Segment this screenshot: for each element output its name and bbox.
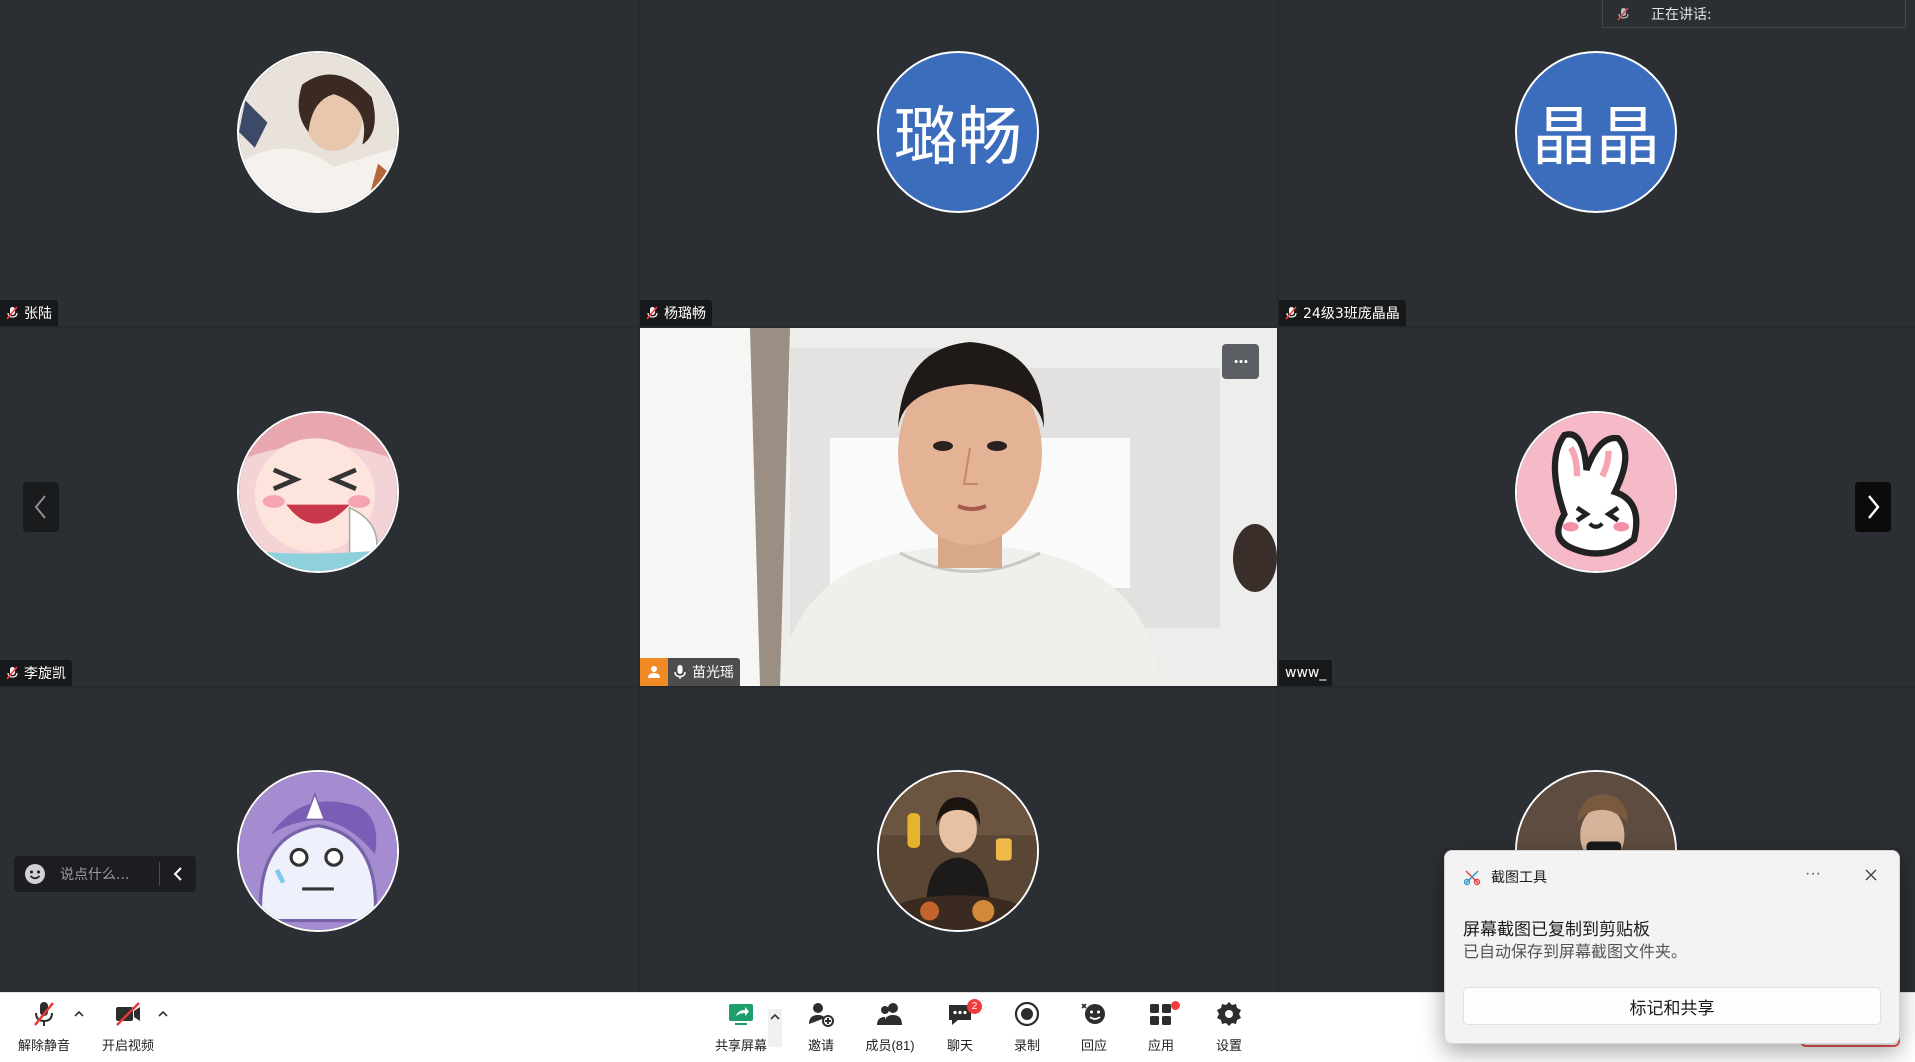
reaction-label: 回应 — [1080, 1038, 1107, 1053]
participant-name-tag: www_ — [1279, 660, 1333, 686]
quick-chat-input[interactable]: 说点什么... — [14, 856, 196, 892]
close-icon[interactable] — [1861, 865, 1881, 885]
share-screen-icon — [729, 1004, 753, 1025]
chat-button[interactable]: 聊天 2 — [934, 997, 986, 1057]
video-more-button[interactable] — [1222, 344, 1259, 379]
participant-avatar — [237, 770, 399, 932]
unmute-label: 解除静音 — [17, 1038, 70, 1053]
collapse-chat-button[interactable] — [160, 866, 196, 882]
avatar-initials: 璐畅 — [894, 101, 1022, 175]
participant-name-tag: 24级3班庞晶晶 — [1279, 300, 1406, 326]
notification-more-button[interactable]: ··· — [1805, 865, 1821, 883]
notification-subtitle: 已自动保存到屏幕截图文件夹。 — [1463, 944, 1688, 961]
participant-tile[interactable]: www_ — [1279, 328, 1915, 686]
speaking-indicator: 正在讲话: — [1602, 0, 1906, 28]
record-icon — [1014, 1001, 1040, 1027]
participant-name-tag: 杨璐畅 — [640, 300, 712, 326]
unmute-button[interactable]: 解除静音 — [14, 997, 74, 1057]
participant-name: 24级3班庞晶晶 — [1303, 306, 1400, 322]
participant-name: 李旋凯 — [24, 666, 66, 682]
photo-avatar-image — [239, 53, 397, 211]
more-dots-icon — [1234, 359, 1247, 364]
active-video-tile[interactable]: 苗光瑶 — [640, 328, 1277, 686]
chat-placeholder: 说点什么... — [60, 867, 130, 883]
reaction-icon — [1081, 1003, 1105, 1024]
chat-label: 聊天 — [946, 1038, 973, 1053]
chevron-up-icon[interactable] — [156, 1007, 170, 1021]
participant-tile[interactable]: 晶晶 24级3班庞晶晶 — [1279, 0, 1915, 326]
participant-tile[interactable]: 李旋凯 — [0, 328, 638, 686]
mic-muted-icon — [6, 306, 18, 320]
participant-tile[interactable]: 璐畅 杨璐畅 — [640, 0, 1277, 326]
apps-button[interactable]: 应用 — [1136, 997, 1186, 1057]
members-icon — [877, 1003, 902, 1025]
participant-name: 苗光瑶 — [692, 665, 734, 681]
share-screen-button[interactable]: 共享屏幕 — [708, 997, 774, 1057]
participant-name-tag: 张陆 — [0, 300, 58, 326]
next-page-button[interactable] — [1855, 482, 1891, 532]
participant-avatar: 晶晶 — [1515, 51, 1677, 213]
participant-tile[interactable]: 张陆 — [0, 0, 638, 326]
participant-name: www_ — [1285, 665, 1327, 681]
mic-muted-icon — [1617, 6, 1629, 21]
chat-unread-badge: 2 — [967, 999, 982, 1014]
camera-video-feed — [640, 328, 1277, 686]
apps-notification-dot — [1171, 1001, 1180, 1010]
chevron-up-icon[interactable] — [72, 1007, 86, 1021]
members-label: 成员(81) — [865, 1038, 915, 1053]
participant-name: 张陆 — [24, 306, 52, 322]
participant-avatar — [237, 411, 399, 573]
reaction-button[interactable]: 回应 — [1069, 997, 1119, 1057]
invite-button[interactable]: 邀请 — [796, 997, 846, 1057]
invite-label: 邀请 — [807, 1038, 834, 1053]
notification-app-name: 截图工具 — [1491, 869, 1547, 885]
share-options-button[interactable] — [768, 1009, 782, 1047]
mic-muted-icon — [646, 306, 658, 320]
notification-title: 屏幕截图已复制到剪贴板 — [1463, 920, 1650, 939]
record-label: 录制 — [1013, 1038, 1040, 1053]
apps-label: 应用 — [1147, 1038, 1174, 1053]
participant-name-tag: 李旋凯 — [0, 660, 72, 686]
chevron-left-icon — [34, 495, 46, 519]
participant-avatar — [237, 51, 399, 213]
snipping-tool-icon — [1463, 870, 1481, 886]
emoji-icon — [25, 864, 45, 884]
bunny-avatar-image — [1517, 413, 1675, 571]
participant-tile[interactable] — [0, 688, 638, 992]
mic-icon — [674, 665, 686, 679]
unicorn-avatar-image — [239, 772, 397, 930]
settings-button[interactable]: 设置 — [1204, 997, 1254, 1057]
participant-avatar — [1515, 411, 1677, 573]
cartoon-avatar-image — [239, 413, 397, 571]
camera-off-icon — [116, 1002, 140, 1026]
participant-avatar — [877, 770, 1039, 932]
start-video-button[interactable]: 开启视频 — [98, 997, 158, 1057]
host-icon — [640, 658, 668, 686]
participant-name: 杨璐畅 — [664, 306, 706, 322]
participant-name-tag: 苗光瑶 — [640, 658, 740, 686]
gear-icon — [1217, 1002, 1241, 1026]
speaking-label: 正在讲话: — [1651, 6, 1712, 23]
chevron-left-icon — [173, 867, 182, 881]
mark-and-share-button[interactable]: 标记和共享 — [1463, 987, 1881, 1025]
start-video-label: 开启视频 — [101, 1038, 154, 1053]
share-screen-label: 共享屏幕 — [714, 1038, 767, 1053]
notification-app-row: 截图工具 — [1463, 867, 1547, 887]
meeting-stage: 张陆 璐畅 杨璐畅 晶晶 24级3班庞晶晶 李旋凯 苗光瑶 www_ 正在讲话:… — [0, 0, 1915, 1062]
photo-avatar-image — [879, 772, 1037, 930]
chevron-up-icon — [770, 1013, 780, 1020]
mic-muted-icon — [1285, 306, 1297, 320]
participant-avatar: 璐畅 — [877, 51, 1039, 213]
settings-label: 设置 — [1215, 1038, 1242, 1053]
record-button[interactable]: 录制 — [1002, 997, 1052, 1057]
chevron-right-icon — [1868, 495, 1880, 519]
participant-tile[interactable] — [640, 688, 1277, 992]
members-button[interactable]: 成员(81) — [860, 997, 920, 1057]
avatar-initials: 晶晶 — [1532, 101, 1660, 175]
mic-muted-icon — [34, 1002, 54, 1026]
prev-page-button[interactable] — [23, 482, 59, 532]
mic-muted-icon — [6, 666, 18, 680]
snipping-tool-notification[interactable]: 截图工具 ··· 屏幕截图已复制到剪贴板 已自动保存到屏幕截图文件夹。 标记和共… — [1444, 850, 1900, 1044]
add-user-icon — [809, 1003, 834, 1027]
